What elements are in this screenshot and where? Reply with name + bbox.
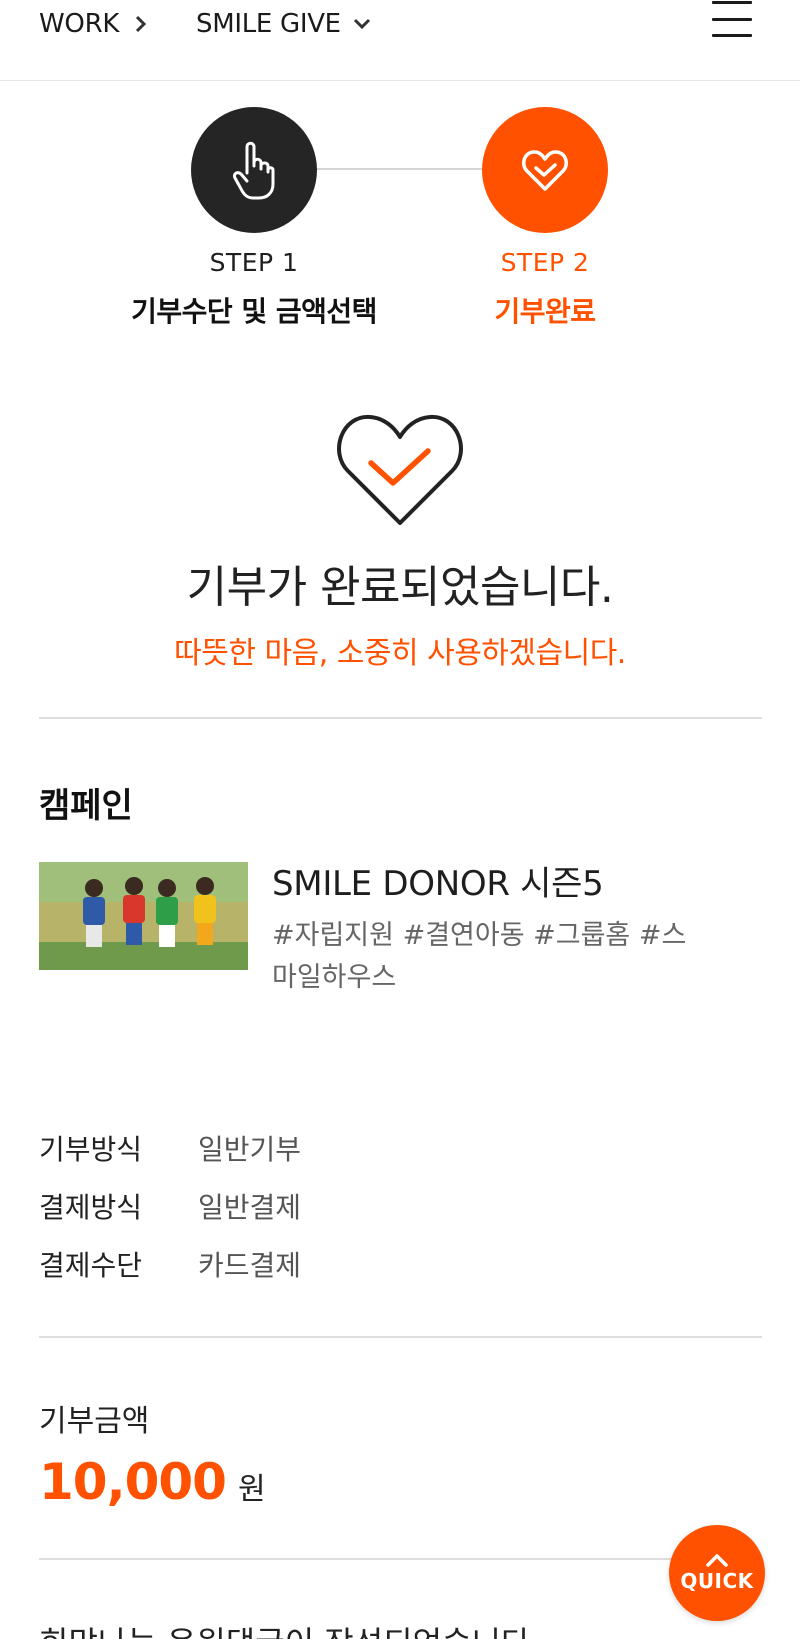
info-row-payment-type: 결제방식 일반결제	[39, 1186, 301, 1226]
breadcrumb-smile-give[interactable]: SMILE GIVE	[196, 6, 371, 42]
top-navigation: WORK SMILE GIVE	[0, 0, 800, 81]
breadcrumb-work[interactable]: WORK	[39, 6, 147, 42]
campaign-section-title: 캠페인	[39, 786, 133, 826]
info-row-payment-method: 결제수단 카드결제	[39, 1244, 301, 1284]
hand-pointer-icon	[233, 141, 275, 200]
chevron-right-icon	[136, 15, 147, 33]
quick-button[interactable]: QUICK	[669, 1525, 765, 1621]
breadcrumb-work-label: WORK	[39, 9, 120, 39]
step-2-circle	[482, 107, 608, 233]
comment-complete-text: 희망나눔 응원댓글이 작성되었습니다.	[39, 1618, 541, 1639]
info-key: 기부방식	[39, 1133, 143, 1166]
step-connector	[315, 168, 485, 170]
divider	[39, 1558, 762, 1560]
step-2-label: STEP 2	[500, 248, 590, 277]
amount-label: 기부금액	[39, 1404, 150, 1439]
divider	[39, 717, 762, 719]
campaign-tags: #자립지원 #결연아동 #그룹홈 #스마일하우스	[272, 920, 687, 993]
info-key: 결제방식	[39, 1191, 143, 1224]
chevron-up-icon	[706, 1554, 728, 1567]
step-1-label: STEP 1	[209, 248, 299, 277]
complete-title: 기부가 완료되었습니다.	[186, 562, 614, 613]
campaign-image[interactable]	[39, 862, 248, 970]
step-2-title: 기부완료	[494, 295, 596, 328]
campaign-photo	[39, 862, 248, 970]
info-value: 일반결제	[198, 1191, 302, 1224]
amount-unit: 원	[237, 1472, 266, 1507]
info-key: 결제수단	[39, 1249, 143, 1282]
divider	[39, 1336, 762, 1338]
step-1-title: 기부수단 및 금액선택	[131, 295, 377, 328]
chevron-down-icon	[353, 18, 370, 30]
heart-check-icon	[337, 414, 463, 525]
amount-display: 10,000 원	[39, 1453, 266, 1511]
campaign-name[interactable]: SMILE DONOR 시즌5	[272, 856, 604, 905]
quick-button-label: QUICK	[680, 1569, 754, 1593]
complete-subtitle: 따뜻한 마음, 소중히 사용하겠습니다.	[174, 636, 626, 671]
hamburger-menu-icon[interactable]	[710, 0, 754, 44]
info-value: 일반기부	[198, 1133, 302, 1166]
info-value: 카드결제	[198, 1249, 302, 1282]
amount-value: 10,000	[39, 1453, 227, 1511]
page: WORK SMILE GIVE STEP 1 기부수단 및 금액선택 STEP …	[0, 0, 800, 1639]
breadcrumb-smile-give-label: SMILE GIVE	[196, 9, 341, 39]
info-row-donation-type: 기부방식 일반기부	[39, 1128, 301, 1168]
heart-check-icon	[522, 150, 568, 191]
step-1-circle	[191, 107, 317, 233]
